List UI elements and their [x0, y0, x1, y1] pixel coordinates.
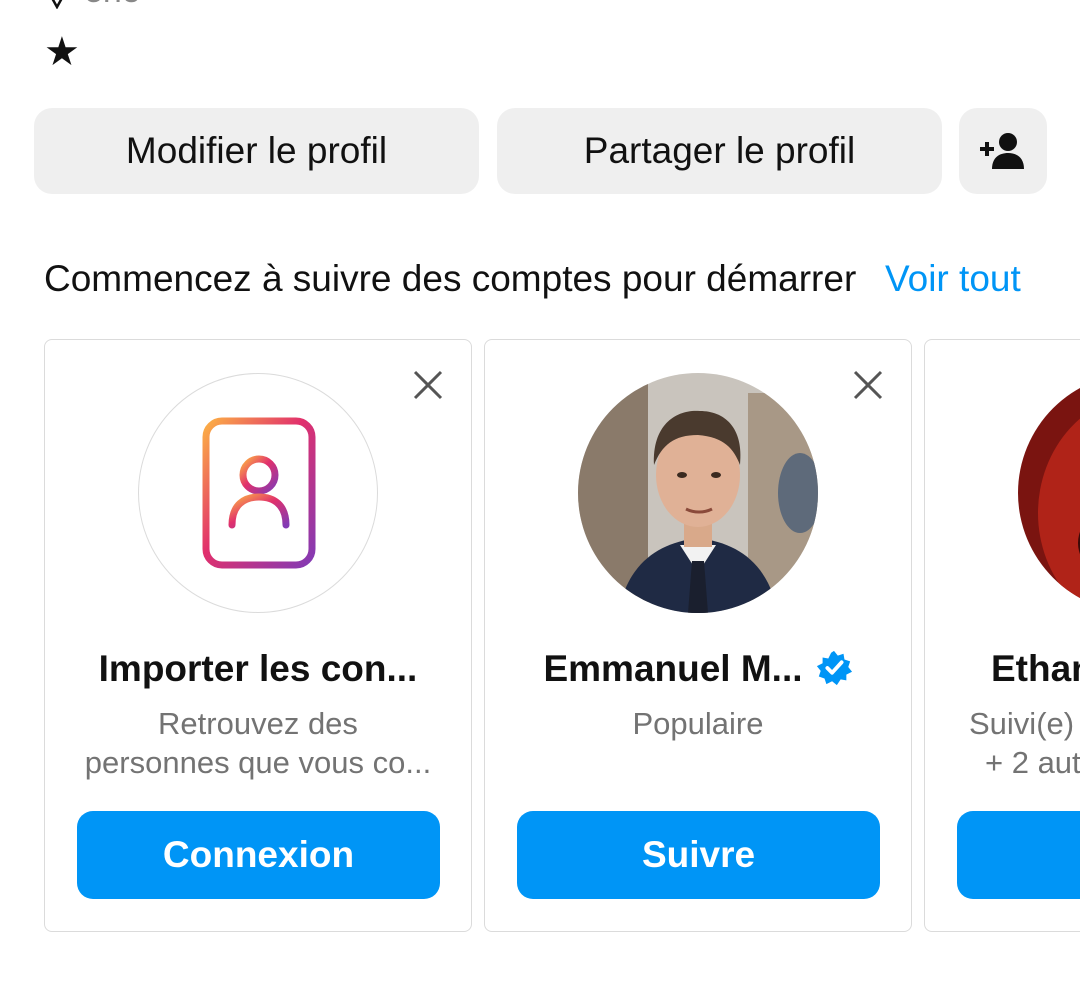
contacts-book-icon	[193, 417, 316, 569]
card-subtitle: Retrouvez des personnes que vous co...	[45, 704, 471, 782]
contacts-avatar	[138, 373, 378, 613]
user-name: Emmanuel M...	[543, 648, 803, 689]
see-all-link[interactable]: Voir tout	[885, 258, 1021, 300]
profile-link-row: eho	[44, 0, 141, 11]
card-subtitle: Populaire	[485, 704, 911, 743]
add-person-icon	[980, 133, 1024, 169]
profile-photo	[578, 373, 818, 613]
edit-profile-button[interactable]: Modifier le profil	[34, 108, 479, 194]
discover-people-button[interactable]	[959, 108, 1047, 194]
card-subtitle-line2: + 2 aut	[985, 745, 1080, 780]
card-subtitle-line1: Retrouvez des	[158, 706, 358, 741]
suggestions-title: Commencez à suivre des comptes pour déma…	[44, 258, 857, 299]
close-icon[interactable]	[851, 368, 885, 402]
location-pin-icon	[51, 0, 63, 9]
card-subtitle-line1: Populaire	[632, 706, 764, 741]
share-profile-button[interactable]: Partager le profil	[497, 108, 942, 194]
card-subtitle: Suivi(e) + 2 aut	[969, 704, 1080, 782]
card-title: Emmanuel M...	[485, 648, 911, 690]
verified-badge-icon	[816, 650, 852, 686]
user-avatar[interactable]: OMP	[1018, 373, 1080, 613]
suggestion-card-contacts: Importer les con... Retrouvez des person…	[44, 339, 472, 932]
partial-text: eho	[84, 0, 141, 11]
close-icon[interactable]	[411, 368, 445, 402]
card-title: Importer les con...	[98, 648, 418, 689]
connect-button[interactable]: Connexion	[77, 811, 440, 899]
suggestion-card-partial: OMP Ethan Suivi(e) + 2 aut	[924, 339, 1080, 932]
user-avatar[interactable]	[578, 373, 818, 613]
card-title: Ethan	[991, 648, 1080, 689]
suggestion-card-user: Emmanuel M... Populaire Suivre	[484, 339, 912, 932]
follow-button[interactable]: Suivre	[517, 811, 880, 899]
card-subtitle-line2: personnes que vous co...	[84, 745, 432, 780]
profile-photo: OMP	[1018, 373, 1080, 613]
card-subtitle-line1: Suivi(e)	[969, 706, 1075, 741]
star-icon: ★	[44, 30, 80, 74]
follow-button[interactable]	[957, 811, 1080, 899]
profile-page: eho ★ Modifier le profil Partager le pro…	[0, 0, 1080, 995]
